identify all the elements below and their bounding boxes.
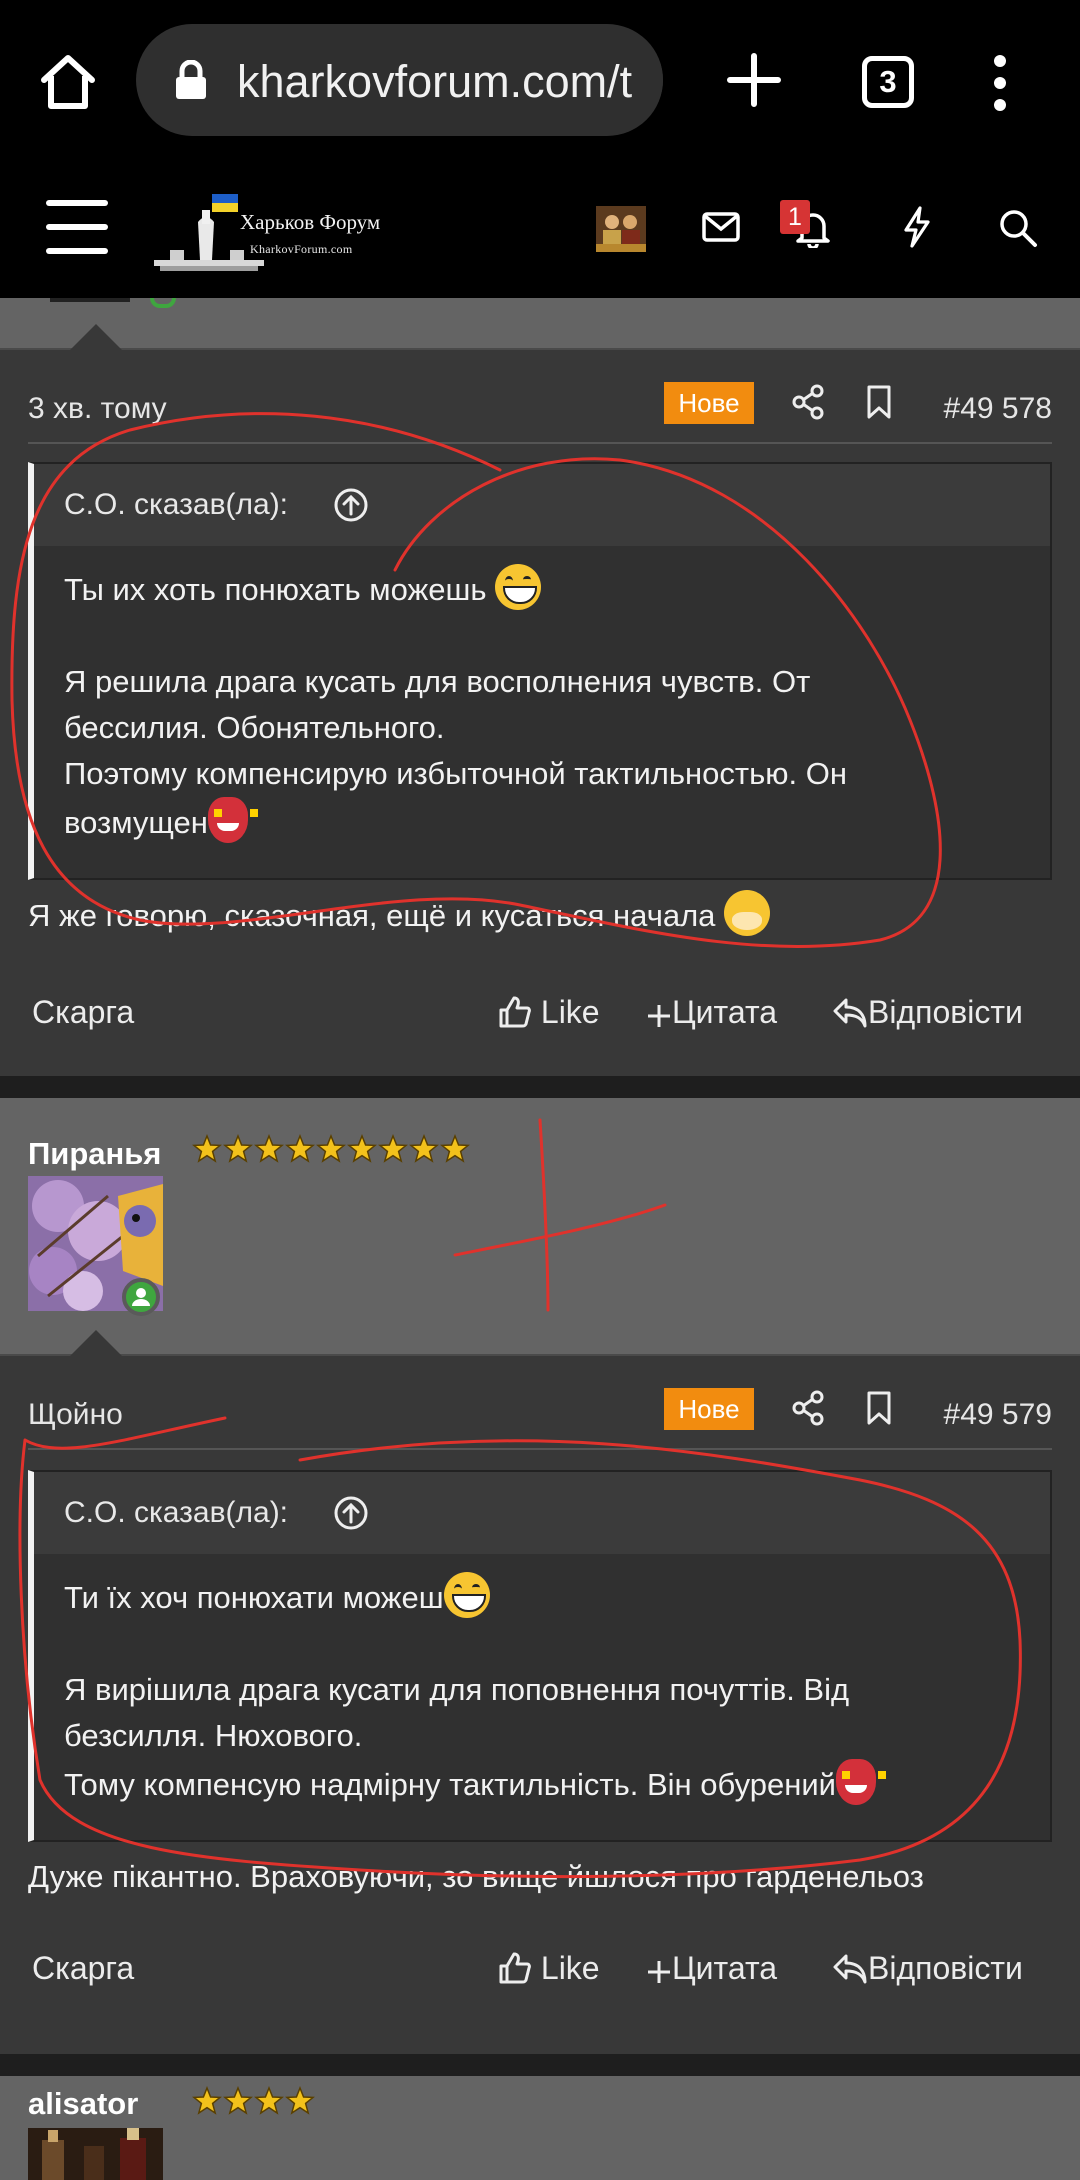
- post: 3 хв. тому Нове #49 578 С.О. сказав(ла):…: [0, 350, 1080, 1076]
- post-actions: Скарга Like Цитата Відповісти: [32, 988, 1048, 1038]
- post-number[interactable]: #49 578: [944, 392, 1052, 426]
- user-info-strip: [0, 298, 1080, 350]
- star-icon: [223, 1134, 253, 1163]
- quote-block: С.О. сказав(ла): Ти їх хоч понюхати може…: [28, 1470, 1052, 1842]
- online-indicator: [122, 1278, 160, 1316]
- quote-text: Ти їх хоч понюхати можеш Я вирішила драг…: [34, 1554, 1050, 1828]
- address-bar[interactable]: kharkovforum.com/t: [136, 24, 663, 136]
- grin-emoji-icon: [495, 564, 542, 610]
- reply-button[interactable]: Відповісти: [832, 1950, 1023, 1987]
- star-icon: [316, 1134, 346, 1163]
- new-badge: Нове: [664, 1388, 754, 1430]
- star-icon: [254, 1134, 284, 1163]
- devil-emoji-icon: [835, 1759, 886, 1805]
- quote-header: С.О. сказав(ла):: [34, 464, 1050, 546]
- site-logo[interactable]: Харьков Форум KharkovForum.com: [154, 182, 384, 282]
- grin-emoji-icon: [443, 1572, 490, 1618]
- logo-subtitle: KharkovForum.com: [250, 242, 353, 256]
- post-time[interactable]: 3 хв. тому: [28, 392, 167, 426]
- share-icon[interactable]: [792, 384, 824, 420]
- star-icon: [378, 1134, 408, 1163]
- star-icon: [223, 2086, 253, 2115]
- user-info-strip: alisator: [0, 2076, 1080, 2180]
- rating-stars: [192, 2086, 315, 2116]
- notification-badge: 1: [780, 200, 810, 234]
- post-actions: Скарга Like Цитата Відповісти: [32, 1944, 1048, 1994]
- quote-block: С.О. сказав(ла): Ты их хоть понюхать мож…: [28, 462, 1052, 880]
- post-time[interactable]: Щойно: [28, 1398, 123, 1432]
- tab-switcher-button[interactable]: 3: [862, 56, 914, 108]
- post-number[interactable]: #49 579: [944, 1398, 1052, 1432]
- post-message: Дуже пікантно. Враховуючи, зо вище йшлос…: [28, 1859, 924, 1894]
- star-icon: [285, 2086, 315, 2115]
- url-text: kharkovforum.com/t: [237, 56, 633, 107]
- bookmark-icon[interactable]: [866, 1390, 892, 1426]
- shy-emoji-icon: [724, 890, 771, 936]
- reply-button[interactable]: Відповісти: [832, 994, 1023, 1031]
- home-icon[interactable]: [36, 50, 100, 114]
- rating-stars: [192, 1134, 470, 1164]
- quote-header: С.О. сказав(ла):: [34, 1472, 1050, 1554]
- post-message: Я же говорю, сказочная, ещё и кусаться н…: [28, 890, 1060, 939]
- avatar[interactable]: [28, 2128, 163, 2180]
- post-meta: 3 хв. тому Нове #49 578: [28, 380, 1052, 444]
- new-tab-icon[interactable]: [722, 48, 786, 112]
- more-vert-icon[interactable]: [990, 55, 1010, 111]
- star-icon: [192, 1134, 222, 1163]
- report-link[interactable]: Скарга: [32, 994, 134, 1031]
- new-badge: Нове: [664, 382, 754, 424]
- user-info-strip: Пиранья: [0, 1098, 1080, 1356]
- thumbs-up-icon: [499, 996, 531, 1028]
- star-icon: [254, 2086, 284, 2115]
- forum-header: Харьков Форум KharkovForum.com 1: [0, 160, 1080, 298]
- like-button[interactable]: Like: [498, 1950, 600, 1987]
- logo-title: Харьков Форум: [240, 210, 381, 234]
- star-icon: [409, 1134, 439, 1163]
- like-button[interactable]: Like: [498, 994, 600, 1031]
- browser-toolbar: kharkovforum.com/t 3: [0, 0, 1080, 160]
- share-icon[interactable]: [792, 1390, 824, 1426]
- star-icon: [285, 1134, 315, 1163]
- reply-icon: [833, 998, 867, 1028]
- username[interactable]: alisator: [28, 2086, 138, 2122]
- post-meta: Щойно Нове #49 579: [28, 1386, 1052, 1450]
- user-avatar[interactable]: [596, 206, 646, 252]
- star-icon: [192, 2086, 222, 2115]
- plus-icon: [648, 1961, 670, 1983]
- star-icon: [347, 1134, 377, 1163]
- quote-text: Ты их хоть понюхать можешь Я решила драг…: [34, 546, 1050, 866]
- online-indicator: [150, 298, 176, 308]
- bookmark-icon[interactable]: [866, 384, 892, 420]
- report-link[interactable]: Скарга: [32, 1950, 134, 1987]
- lock-icon: [176, 60, 206, 99]
- thumbs-up-icon: [499, 1952, 531, 1984]
- bolt-icon[interactable]: [902, 206, 932, 248]
- quote-author[interactable]: С.О. сказав(ла):: [64, 488, 288, 522]
- quote-author[interactable]: С.О. сказав(ла):: [64, 1496, 288, 1530]
- search-icon[interactable]: [998, 208, 1038, 248]
- devil-emoji-icon: [207, 797, 258, 843]
- arrow-up-circle-icon[interactable]: [332, 486, 370, 524]
- quote-button[interactable]: Цитата: [646, 1950, 777, 1987]
- star-icon: [440, 1134, 470, 1163]
- username[interactable]: Пиранья: [28, 1136, 161, 1172]
- post: Щойно Нове #49 579 С.О. сказав(ла): Ти ї…: [0, 1356, 1080, 2054]
- mail-icon[interactable]: [702, 212, 740, 242]
- reply-icon: [833, 1954, 867, 1984]
- quote-button[interactable]: Цитата: [646, 994, 777, 1031]
- menu-icon[interactable]: [46, 200, 108, 254]
- plus-icon: [648, 1005, 670, 1027]
- arrow-up-circle-icon[interactable]: [332, 1494, 370, 1532]
